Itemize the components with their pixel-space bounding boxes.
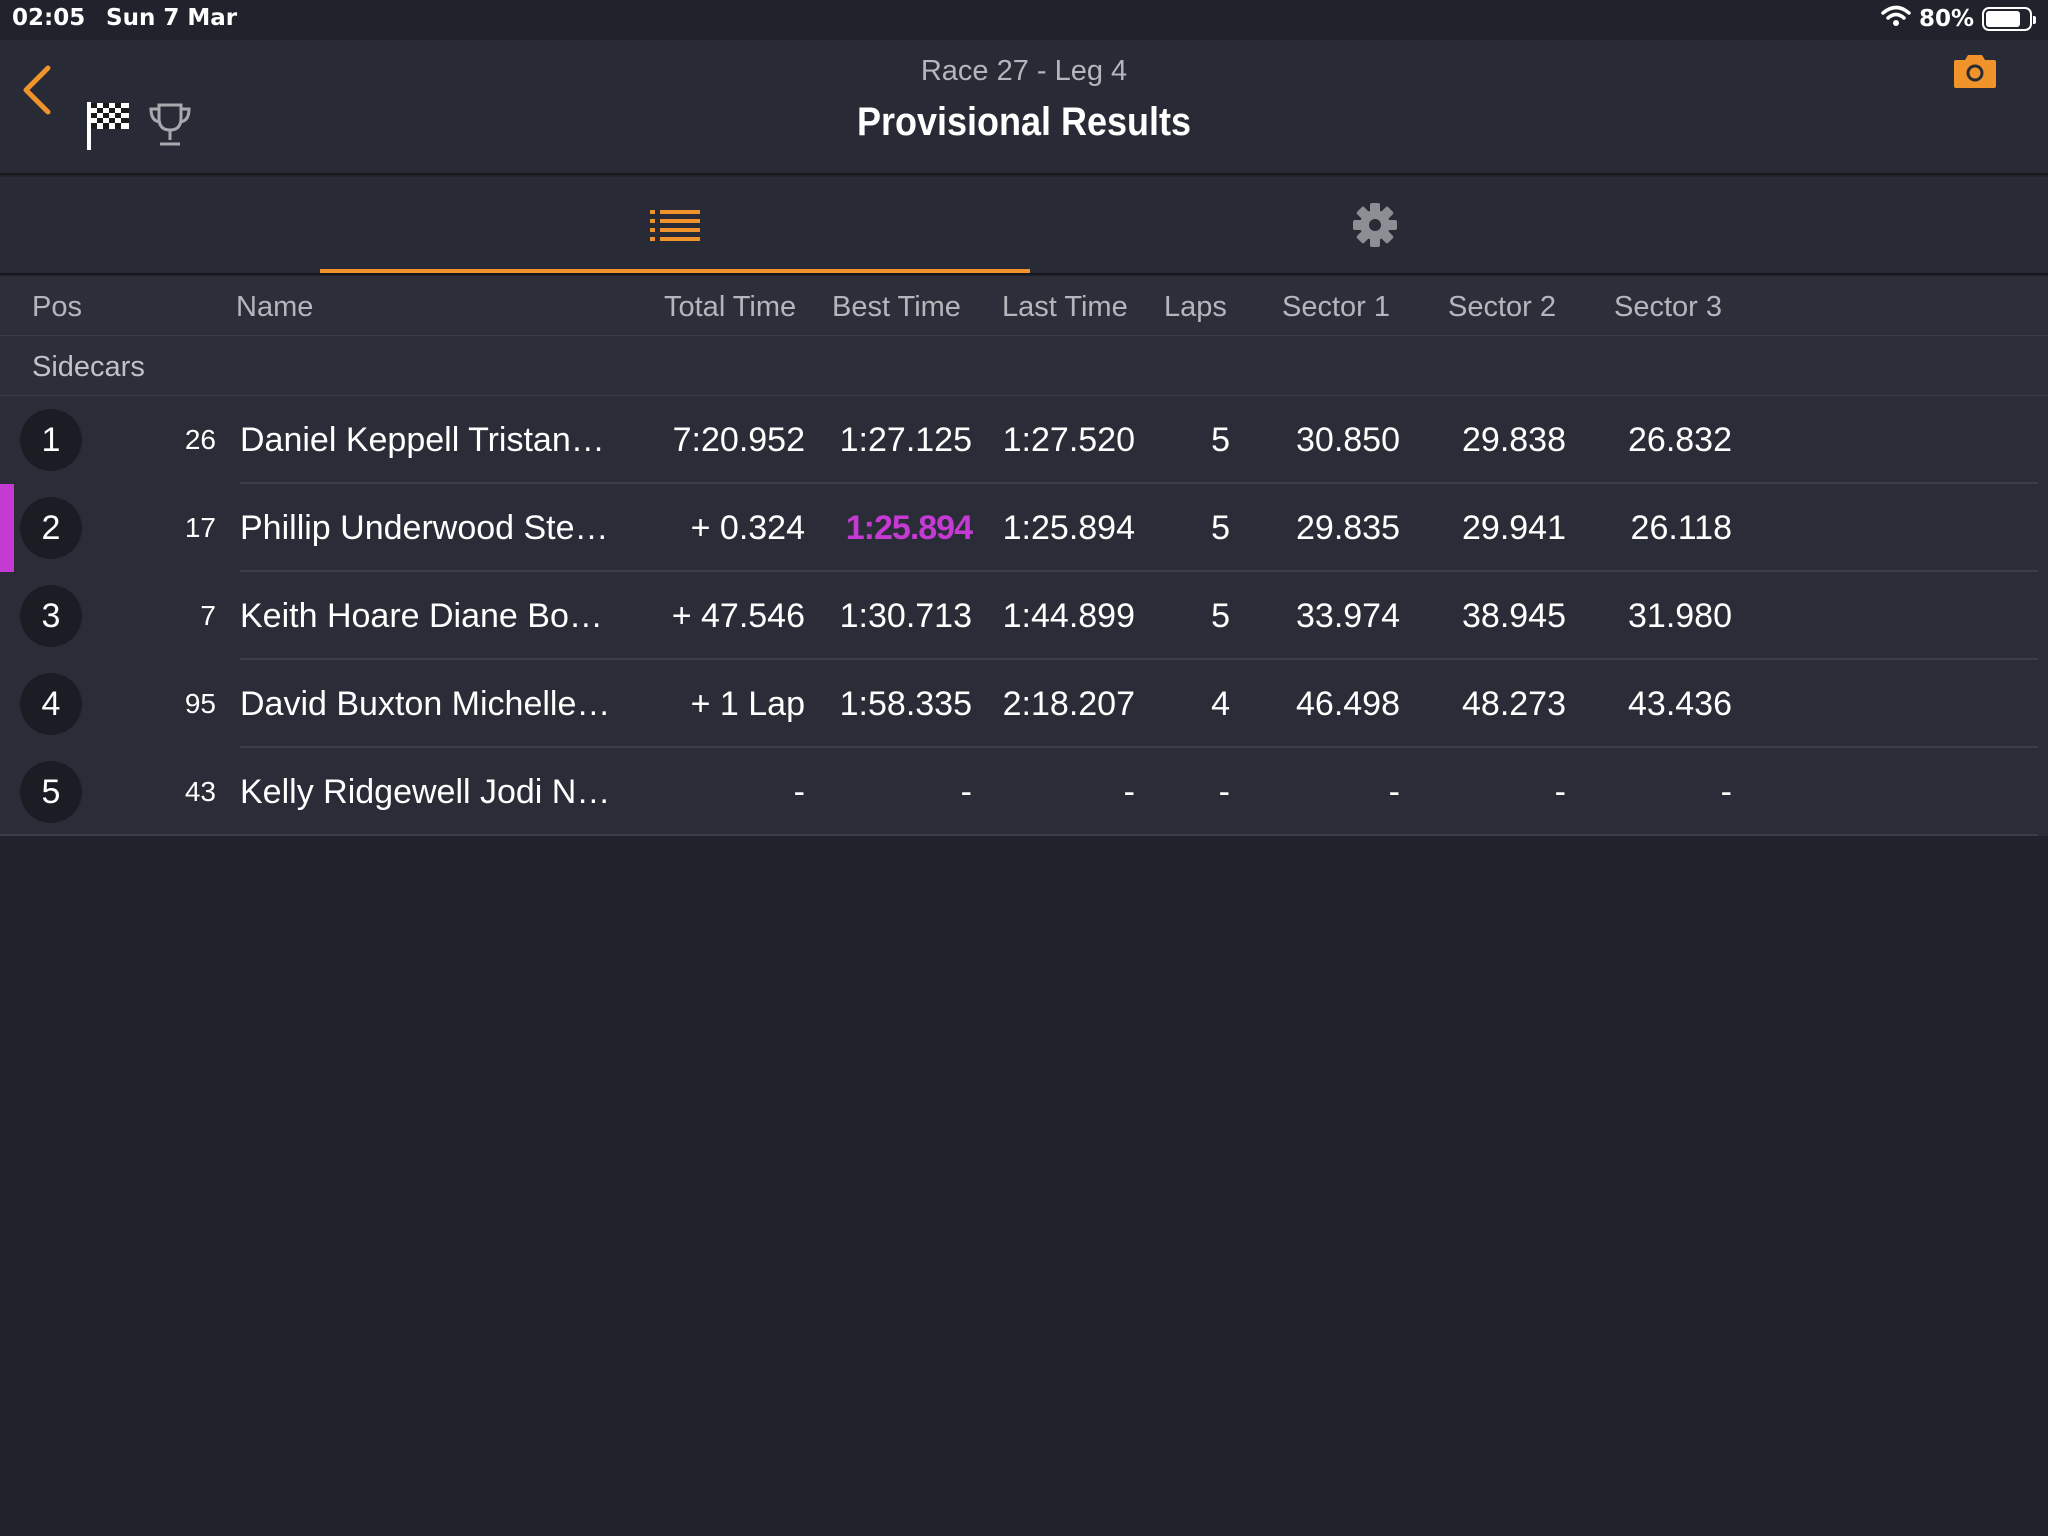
total-time: + 47.546 <box>671 597 805 635</box>
sector-2: 29.838 <box>1462 421 1566 459</box>
active-tab-indicator <box>320 269 1030 273</box>
last-time: 2:18.207 <box>1002 685 1135 723</box>
battery-fill <box>1986 11 2020 27</box>
total-time: + 0.324 <box>690 509 805 547</box>
gear-icon <box>1353 203 1397 247</box>
total-time: 7:20.952 <box>672 421 805 459</box>
race-subtitle: Race 27 - Leg 4 <box>920 55 1128 87</box>
col-laps[interactable]: Laps <box>1164 291 1227 324</box>
tab-results-list[interactable] <box>320 177 1030 273</box>
results-table: 1 26 Daniel Keppell Tristan… 7:20.952 1:… <box>0 396 2048 836</box>
sector-1: 33.974 <box>1296 597 1400 635</box>
sector-2: 38.945 <box>1462 597 1566 635</box>
table-row[interactable]: 1 26 Daniel Keppell Tristan… 7:20.952 1:… <box>0 396 2048 484</box>
status-date: Sun 7 Mar <box>106 5 238 31</box>
rider-name: Kelly Ridgewell Jodi N… <box>240 773 611 811</box>
laps: 4 <box>1211 685 1230 723</box>
table-row[interactable]: 2 17 Phillip Underwood Ste… + 0.324 1:25… <box>0 484 2048 572</box>
sector-3: 43.436 <box>1628 685 1732 723</box>
rider-name: Daniel Keppell Tristan… <box>240 421 605 459</box>
best-time: 1:27.125 <box>839 421 972 459</box>
last-time: - <box>1123 773 1135 811</box>
position-badge: 3 <box>20 585 82 647</box>
status-bar: 02:05 Sun 7 Mar 80% <box>0 0 2048 40</box>
sector-1: 29.835 <box>1296 509 1400 547</box>
best-time-fastest: 1:25.894 <box>845 509 973 547</box>
last-time: 1:27.520 <box>1002 421 1135 459</box>
tab-settings[interactable] <box>1030 177 1720 273</box>
group-label: Sidecars <box>32 351 145 383</box>
position-badge: 2 <box>20 497 82 559</box>
laps: 5 <box>1211 597 1230 635</box>
rider-number: 26 <box>184 424 216 455</box>
rider-number: 43 <box>184 776 216 807</box>
sector-3: - <box>1720 773 1732 811</box>
laps: - <box>1218 773 1230 811</box>
camera-icon[interactable] <box>1952 52 1998 95</box>
col-total-time[interactable]: Total Time <box>664 291 796 324</box>
best-time: 1:30.713 <box>839 597 972 635</box>
sector-3: 31.980 <box>1628 597 1732 635</box>
rider-number: 17 <box>184 512 216 543</box>
table-row[interactable]: 4 95 David Buxton Michelle… + 1 Lap 1:58… <box>0 660 2048 748</box>
col-name[interactable]: Name <box>236 291 313 324</box>
battery-percent: 80% <box>1918 6 1974 32</box>
page-title: Provisional Results <box>856 100 1192 144</box>
laps: 5 <box>1211 509 1230 547</box>
last-time: 1:44.899 <box>1002 597 1135 635</box>
col-sector-3[interactable]: Sector 3 <box>1614 291 1722 324</box>
col-pos[interactable]: Pos <box>32 291 82 324</box>
rider-number: 95 <box>184 688 216 719</box>
sector-1: 46.498 <box>1296 685 1400 723</box>
col-sector-1[interactable]: Sector 1 <box>1282 291 1390 324</box>
sector-2: 48.273 <box>1462 685 1566 723</box>
rider-number: 7 <box>200 600 216 631</box>
sector-2: 29.941 <box>1462 509 1566 547</box>
wifi-icon <box>1881 5 1911 33</box>
col-sector-2[interactable]: Sector 2 <box>1448 291 1556 324</box>
position-badge: 1 <box>20 409 82 471</box>
column-header: Pos Name Total Time Best Time Last Time … <box>0 276 2048 336</box>
position-badge: 5 <box>20 761 82 823</box>
sector-3: 26.118 <box>1630 509 1732 547</box>
list-icon <box>650 210 700 241</box>
table-row[interactable]: 5 43 Kelly Ridgewell Jodi N… - - - - - -… <box>0 748 2048 836</box>
total-time: - <box>793 773 805 811</box>
sector-1: - <box>1388 773 1400 811</box>
status-time: 02:05 <box>12 5 86 31</box>
best-time: 1:58.335 <box>839 685 972 723</box>
position-badge: 4 <box>20 673 82 735</box>
sector-2: - <box>1554 773 1566 811</box>
best-time: - <box>960 773 972 811</box>
total-time: + 1 Lap <box>690 685 805 723</box>
rider-name: David Buxton Michelle… <box>240 685 611 723</box>
sector-1: 30.850 <box>1296 421 1400 459</box>
nav-header: Race 27 - Leg 4 Provisional Results <box>0 40 2048 175</box>
battery-icon <box>1982 7 2036 31</box>
group-header: Sidecars <box>0 336 2048 396</box>
sector-3: 26.832 <box>1628 421 1732 459</box>
col-best-time[interactable]: Best Time <box>832 291 961 324</box>
rider-name: Keith Hoare Diane Bo… <box>240 597 603 635</box>
laps: 5 <box>1211 421 1230 459</box>
row-divider <box>0 834 2038 836</box>
best-lap-marker <box>0 484 14 572</box>
col-last-time[interactable]: Last Time <box>1002 291 1128 324</box>
last-time: 1:25.894 <box>1002 509 1135 547</box>
table-row[interactable]: 3 7 Keith Hoare Diane Bo… + 47.546 1:30.… <box>0 572 2048 660</box>
rider-name: Phillip Underwood Ste… <box>240 509 609 547</box>
status-indicators: 80% <box>1881 5 2036 33</box>
tab-bar <box>0 177 2048 275</box>
